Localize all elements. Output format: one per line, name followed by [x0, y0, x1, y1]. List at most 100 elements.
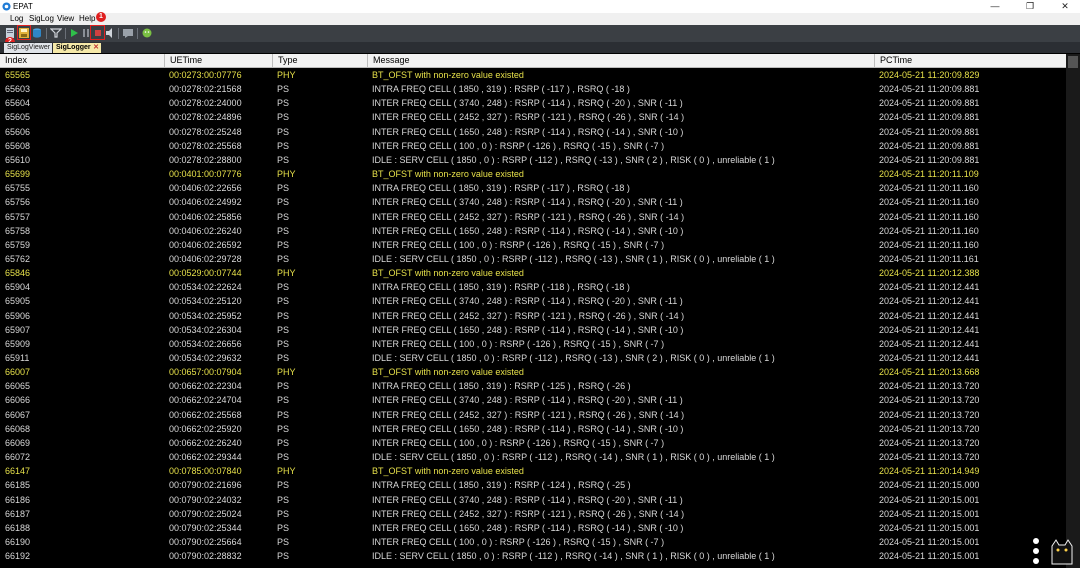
cell-uetime: 00:0534:02:25952: [169, 310, 242, 321]
play-icon[interactable]: [68, 27, 80, 39]
cell-message: INTER FREQ CELL ( 3740 , 248 ) : RSRP ( …: [372, 296, 683, 307]
title-bar: EPAT — ❐ ✕: [0, 0, 1080, 13]
table-row[interactable]: 66147 00:0785:00:07840 PHY BT_OFST with non…: [0, 464, 1066, 478]
table-row[interactable]: 65905 00:0534:02:25120 PS INTER FREQ CELL (…: [0, 294, 1066, 308]
cell-type: PS: [277, 522, 290, 533]
cell-index: 65909: [5, 338, 31, 349]
table-row[interactable]: 65565 00:0273:00:07776 PHY BT_OFST with non…: [0, 68, 1066, 82]
cell-message: INTER FREQ CELL ( 2452 , 327 ) : RSRP ( …: [372, 112, 685, 123]
close-icon[interactable]: ✕: [1050, 0, 1080, 13]
message-icon[interactable]: [122, 27, 134, 39]
cell-type: PHY: [277, 367, 296, 378]
column-header-uetime[interactable]: UETime: [164, 54, 272, 67]
table-row[interactable]: 65907 00:0534:02:26304 PS INTER FREQ CELL (…: [0, 323, 1066, 337]
cell-message: INTRA FREQ CELL ( 1850 , 319 ) : RSRP ( …: [372, 381, 631, 392]
column-header-index[interactable]: Index: [0, 54, 164, 67]
table-row[interactable]: 65606 00:0278:02:25248 PS INTER FREQ CELL (…: [0, 125, 1066, 139]
minimize-icon[interactable]: —: [980, 0, 1010, 13]
table-row[interactable]: 65755 00:0406:02:22656 PS INTRA FREQ CELL (…: [0, 181, 1066, 195]
cell-index: 66147: [5, 466, 31, 477]
table-row[interactable]: 65605 00:0278:02:24896 PS INTER FREQ CELL (…: [0, 110, 1066, 124]
table-row[interactable]: 65610 00:0278:02:28800 PS IDLE : SERV CELL …: [0, 153, 1066, 167]
table-row[interactable]: 65756 00:0406:02:24992 PS INTER FREQ CELL (…: [0, 195, 1066, 209]
cell-message: INTER FREQ CELL ( 3740 , 248 ) : RSRP ( …: [372, 395, 683, 406]
log-table: 65565 00:0273:00:07776 PHY BT_OFST with non…: [0, 68, 1066, 568]
scrollbar-thumb[interactable]: [1068, 56, 1078, 68]
column-header-pctime[interactable]: PCTime: [874, 54, 1066, 67]
cell-uetime: 00:0406:02:22656: [169, 183, 242, 194]
menu-log[interactable]: Log: [7, 13, 26, 25]
toolbar: [0, 25, 1080, 42]
cell-index: 66187: [5, 508, 31, 519]
maximize-icon[interactable]: ❐: [1015, 0, 1045, 13]
cell-index: 66067: [5, 409, 31, 420]
table-row[interactable]: 65604 00:0278:02:24000 PS INTER FREQ CELL (…: [0, 96, 1066, 110]
cell-index: 66065: [5, 381, 31, 392]
table-row[interactable]: 65603 00:0278:02:21568 PS INTRA FREQ CELL (…: [0, 82, 1066, 96]
table-row[interactable]: 66185 00:0790:02:21696 PS INTRA FREQ CELL (…: [0, 478, 1066, 492]
table-row[interactable]: 65904 00:0534:02:22624 PS INTRA FREQ CELL (…: [0, 280, 1066, 294]
table-row[interactable]: 66072 00:0662:02:29344 PS IDLE : SERV CELL …: [0, 450, 1066, 464]
vertical-scrollbar[interactable]: [1066, 54, 1080, 568]
cell-type: PS: [277, 98, 290, 109]
table-row[interactable]: 66065 00:0662:02:22304 PS INTRA FREQ CELL (…: [0, 379, 1066, 393]
table-row[interactable]: 66007 00:0657:00:07904 PHY BT_OFST with non…: [0, 365, 1066, 379]
table-row[interactable]: 65759 00:0406:02:26592 PS INTER FREQ CELL (…: [0, 238, 1066, 252]
table-row[interactable]: 65699 00:0401:00:07776 PHY BT_OFST with non…: [0, 167, 1066, 181]
column-header-type[interactable]: Type: [272, 54, 367, 67]
table-row[interactable]: 65911 00:0534:02:29632 PS IDLE : SERV CELL …: [0, 351, 1066, 365]
cell-type: PS: [277, 508, 290, 519]
table-row[interactable]: 65608 00:0278:02:25568 PS INTER FREQ CELL (…: [0, 139, 1066, 153]
menu-help[interactable]: Help: [76, 13, 98, 25]
table-row[interactable]: 66067 00:0662:02:25568 PS INTER FREQ CELL (…: [0, 408, 1066, 422]
cell-uetime: 00:0278:02:21568: [169, 84, 242, 95]
cell-uetime: 00:0406:02:24992: [169, 197, 242, 208]
table-row[interactable]: 65758 00:0406:02:26240 PS INTER FREQ CELL (…: [0, 224, 1066, 238]
table-row[interactable]: 65846 00:0529:00:07744 PHY BT_OFST with non…: [0, 266, 1066, 280]
cell-type: PHY: [277, 466, 296, 477]
android-icon[interactable]: [141, 27, 153, 39]
table-row[interactable]: 66068 00:0662:02:25920 PS INTER FREQ CELL (…: [0, 422, 1066, 436]
table-row[interactable]: 65906 00:0534:02:25952 PS INTER FREQ CELL (…: [0, 309, 1066, 323]
cell-index: 66007: [5, 367, 31, 378]
cell-message: INTER FREQ CELL ( 2452 , 327 ) : RSRP ( …: [372, 310, 685, 321]
table-row[interactable]: 66186 00:0790:02:24032 PS INTER FREQ CELL (…: [0, 493, 1066, 507]
cell-uetime: 00:0534:02:22624: [169, 282, 242, 293]
cell-index: 65846: [5, 268, 31, 279]
table-row[interactable]: 66188 00:0790:02:25344 PS INTER FREQ CELL (…: [0, 521, 1066, 535]
tab-siglogviewer[interactable]: SigLogViewer: [4, 43, 52, 53]
tab-close-icon[interactable]: ✕: [93, 43, 99, 53]
cell-type: PS: [277, 437, 290, 448]
annotation-box-stop: [90, 25, 105, 40]
table-row[interactable]: 66192 00:0790:02:28832 PS IDLE : SERV CELL …: [0, 549, 1066, 563]
column-header-message[interactable]: Message: [367, 54, 874, 67]
cell-type: PS: [277, 126, 290, 137]
filter-icon[interactable]: [50, 27, 62, 39]
table-row[interactable]: 66069 00:0662:02:26240 PS INTER FREQ CELL (…: [0, 436, 1066, 450]
cell-pctime: 2024-05-21 11:20:12.441: [879, 282, 980, 293]
cell-message: INTER FREQ CELL ( 100 , 0 ) : RSRP ( -12…: [372, 437, 665, 448]
cell-uetime: 00:0406:02:26240: [169, 225, 242, 236]
tab-siglogger[interactable]: SigLogger ✕: [53, 43, 101, 53]
speaker-icon[interactable]: [104, 27, 116, 39]
cell-index: 65699: [5, 169, 31, 180]
cell-pctime: 2024-05-21 11:20:12.441: [879, 338, 980, 349]
table-row[interactable]: 65762 00:0406:02:29728 PS IDLE : SERV CELL …: [0, 252, 1066, 266]
cell-type: PS: [277, 296, 290, 307]
cell-type: PS: [277, 282, 290, 293]
menu-view[interactable]: View: [54, 13, 77, 25]
cell-message: BT_OFST with non-zero value existed: [372, 466, 524, 477]
database-icon[interactable]: [31, 27, 43, 39]
cell-index: 66190: [5, 536, 31, 547]
table-row[interactable]: 65757 00:0406:02:25856 PS INTER FREQ CELL (…: [0, 210, 1066, 224]
table-row[interactable]: 66190 00:0790:02:25664 PS INTER FREQ CELL (…: [0, 535, 1066, 549]
window-title: EPAT: [13, 2, 33, 11]
table-row[interactable]: 65909 00:0534:02:26656 PS INTER FREQ CELL (…: [0, 337, 1066, 351]
menu-siglog[interactable]: SigLog: [26, 13, 57, 25]
cell-type: PS: [277, 197, 290, 208]
cell-uetime: 00:0662:02:24704: [169, 395, 242, 406]
cell-type: PS: [277, 140, 290, 151]
cell-uetime: 00:0534:02:26656: [169, 338, 242, 349]
table-row[interactable]: 66066 00:0662:02:24704 PS INTER FREQ CELL (…: [0, 393, 1066, 407]
table-row[interactable]: 66187 00:0790:02:25024 PS INTER FREQ CELL (…: [0, 507, 1066, 521]
